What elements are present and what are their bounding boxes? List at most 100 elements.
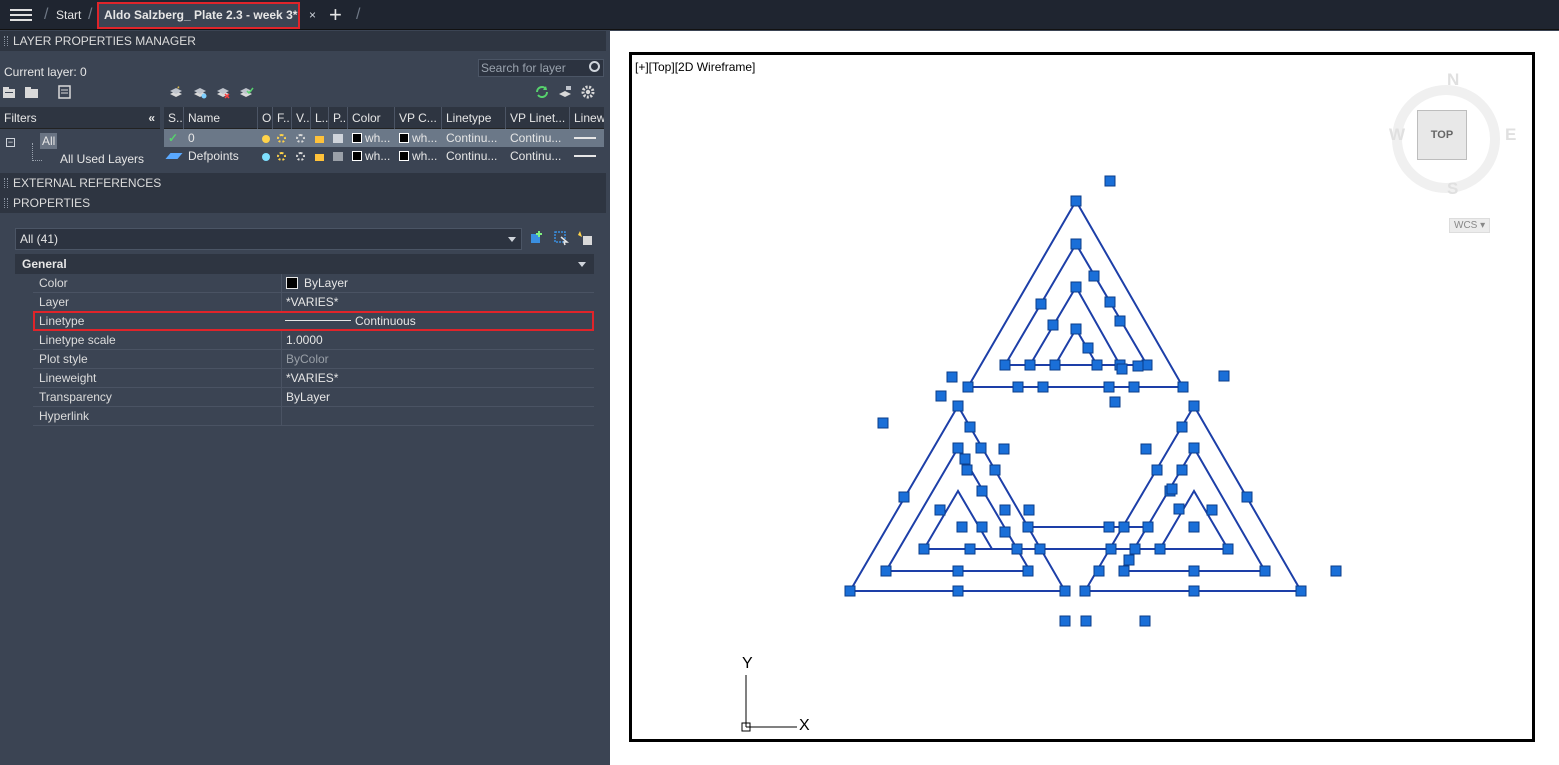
col-freeze[interactable]: F.. <box>273 107 292 129</box>
toggle-pickadd-icon[interactable] <box>529 230 545 246</box>
grip-handle[interactable] <box>1166 483 1178 495</box>
printer-icon[interactable] <box>329 129 348 147</box>
wcs-menu[interactable]: WCS ▾ <box>1449 218 1491 233</box>
grip-handle[interactable] <box>1142 521 1154 533</box>
prop-row-linetype[interactable]: Linetype Continuous <box>33 311 594 331</box>
grip-handle[interactable] <box>1047 319 1059 331</box>
application-menu-icon[interactable] <box>10 6 32 24</box>
triangle-outline[interactable] <box>922 489 994 550</box>
grip-handle[interactable] <box>1022 565 1034 577</box>
grip-handle[interactable] <box>918 543 930 555</box>
triangle-outline[interactable] <box>1158 489 1230 550</box>
compass-north[interactable]: N <box>1447 70 1459 90</box>
grip-handle[interactable] <box>1105 543 1117 555</box>
col-lock[interactable]: L.. <box>311 107 329 129</box>
grip-handle[interactable] <box>989 464 1001 476</box>
general-section-header[interactable]: General <box>15 254 594 274</box>
grip-handle[interactable] <box>999 359 1011 371</box>
layer-row-0[interactable]: ✓ 0 wh... wh... Continu... Continu... <box>164 129 604 147</box>
grip-handle[interactable] <box>976 521 988 533</box>
grip-handle[interactable] <box>1059 615 1071 627</box>
grip-handle[interactable] <box>1188 521 1200 533</box>
grip-handle[interactable] <box>1104 175 1116 187</box>
grip-handle[interactable] <box>1128 381 1140 393</box>
col-name[interactable]: Name <box>184 107 258 129</box>
col-linetype[interactable]: Linetype <box>442 107 506 129</box>
sun-thaw-icon[interactable] <box>273 129 292 147</box>
grip-handle[interactable] <box>952 442 964 454</box>
prop-row-linetype-scale[interactable]: Linetype scale 1.0000 <box>33 331 594 350</box>
layer-linetype[interactable]: Continu... <box>442 129 506 147</box>
col-vp-linetype[interactable]: VP Linet... <box>506 107 570 129</box>
lightbulb-on-icon[interactable] <box>258 147 273 165</box>
no-print-icon[interactable] <box>329 147 348 165</box>
grip-handle[interactable] <box>1103 381 1115 393</box>
prop-row-plot-style[interactable]: Plot style ByColor <box>33 350 594 369</box>
grip-handle[interactable] <box>1206 504 1218 516</box>
grip-handle[interactable] <box>1011 543 1023 555</box>
grip-handle[interactable] <box>1123 554 1135 566</box>
sun-thaw-icon[interactable] <box>273 147 292 165</box>
grip-handle[interactable] <box>1012 381 1024 393</box>
layer-lineweight[interactable] <box>570 147 604 165</box>
vp-thaw-icon[interactable] <box>292 129 311 147</box>
viewcube-top-face[interactable]: TOP <box>1417 110 1467 160</box>
new-tab-button[interactable]: + <box>329 2 342 28</box>
prop-row-lineweight[interactable]: Lineweight *VARIES* <box>33 369 594 388</box>
new-group-filter-icon[interactable] <box>24 85 40 99</box>
col-vp-freeze[interactable]: V.. <box>292 107 311 129</box>
external-references-header[interactable]: EXTERNAL REFERENCES <box>0 173 606 193</box>
layer-row-defpoints[interactable]: Defpoints wh... wh... Continu... Continu… <box>164 147 604 165</box>
grip-handle[interactable] <box>1035 298 1047 310</box>
grip-handle[interactable] <box>1109 396 1121 408</box>
grip-handle[interactable] <box>1188 442 1200 454</box>
col-color[interactable]: Color <box>348 107 395 129</box>
grip-handle[interactable] <box>976 485 988 497</box>
set-current-layer-icon[interactable] <box>238 85 254 99</box>
tree-collapse-icon[interactable]: − <box>6 138 15 147</box>
grip-handle[interactable] <box>1114 315 1126 327</box>
grip-handle[interactable] <box>1024 359 1036 371</box>
grip-handle[interactable] <box>1022 521 1034 533</box>
new-layer-vp-frozen-icon[interactable] <box>192 85 208 99</box>
prop-value[interactable]: *VARIES* <box>281 293 594 312</box>
grip-handle[interactable] <box>1118 521 1130 533</box>
grip-handle[interactable] <box>1330 565 1342 577</box>
compass-east[interactable]: E <box>1505 125 1516 145</box>
grip-handle[interactable] <box>1259 565 1271 577</box>
prop-row-hyperlink[interactable]: Hyperlink <box>33 407 594 426</box>
prop-value[interactable] <box>281 407 594 426</box>
prop-row-layer[interactable]: Layer *VARIES* <box>33 293 594 312</box>
grip-handle[interactable] <box>1023 504 1035 516</box>
grip-handle[interactable] <box>959 453 971 465</box>
grip-handle[interactable] <box>898 491 910 503</box>
grip-handle[interactable] <box>964 543 976 555</box>
close-tab-icon[interactable]: × <box>309 4 316 27</box>
col-plot[interactable]: P.. <box>329 107 348 129</box>
layer-properties-manager-header[interactable]: LAYER PROPERTIES MANAGER <box>0 31 606 51</box>
grip-handle[interactable] <box>1080 615 1092 627</box>
prop-value[interactable]: ByLayer <box>281 388 594 407</box>
prop-value[interactable]: Continuous <box>281 312 594 331</box>
properties-header[interactable]: PROPERTIES <box>0 193 606 213</box>
grip-handle[interactable] <box>1070 281 1082 293</box>
grip-handle[interactable] <box>975 442 987 454</box>
grip-handle[interactable] <box>1241 491 1253 503</box>
lightbulb-on-icon[interactable] <box>258 129 273 147</box>
grip-handle[interactable] <box>1140 443 1152 455</box>
tab-drawing-active[interactable]: Aldo Salzberg_ Plate 2.3 - week 3* × <box>97 2 316 29</box>
grip-handle[interactable] <box>999 526 1011 538</box>
grip-handle[interactable] <box>1129 543 1141 555</box>
selection-dropdown[interactable]: All (41) <box>15 228 522 250</box>
layer-linetype[interactable]: Continu... <box>442 147 506 165</box>
grip-handle[interactable] <box>844 585 856 597</box>
layer-color[interactable]: wh... <box>348 129 395 147</box>
grip-handle[interactable] <box>1103 521 1115 533</box>
prop-value[interactable]: *VARIES* <box>281 369 594 388</box>
grip-handle[interactable] <box>1295 585 1307 597</box>
grip-handle[interactable] <box>946 371 958 383</box>
new-property-filter-icon[interactable] <box>2 85 18 99</box>
compass-south[interactable]: S <box>1447 179 1458 199</box>
grip-handle[interactable] <box>999 504 1011 516</box>
grip-handle[interactable] <box>1188 565 1200 577</box>
